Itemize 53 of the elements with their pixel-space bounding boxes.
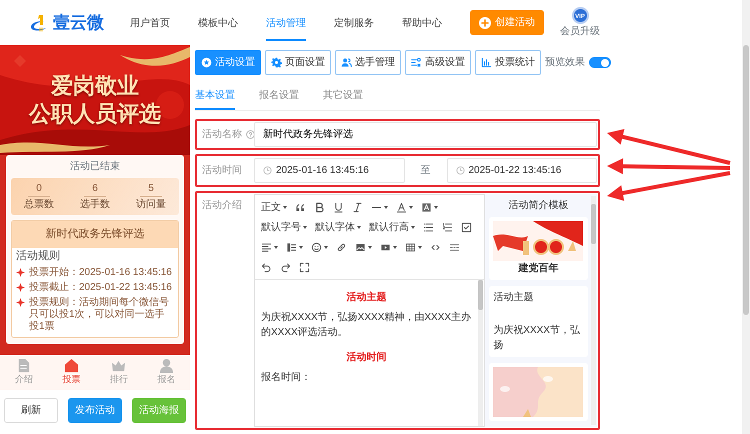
field-label: 活动时间 <box>201 164 243 178</box>
nav-link[interactable]: 用户首页 <box>130 4 170 41</box>
toolbar-button[interactable]: 高级设置 <box>405 50 471 75</box>
tab-bar-item[interactable]: 投票 <box>62 358 80 387</box>
content-heading: 活动主题 <box>346 290 388 305</box>
stat-label: 访问量 <box>136 198 166 212</box>
content-paragraph: 报名时间： <box>261 370 312 385</box>
status-text: 活动已结束 <box>69 160 121 174</box>
panel-title: 活动简介模板 <box>508 198 570 213</box>
sub-tab[interactable]: 报名设置 <box>259 83 299 110</box>
template-caption: 建党百年 <box>517 262 560 276</box>
template-text: 为庆祝XXXX节，弘扬 <box>493 324 581 353</box>
rich-text-editor[interactable]: 正文 默认字号 默认字体 默认行高 活动主题 为庆祝XXXX节，弘扬XXXX精神，由XXXX主办的XXXX评选活动。 活动时间 报名时间： <box>254 194 486 427</box>
stat-value: 5 <box>140 181 162 197</box>
banner-title: 公职人员评选 <box>28 100 162 128</box>
stat-label: 总票数 <box>24 198 54 212</box>
toolbar-button[interactable]: 投票统计 <box>475 50 541 75</box>
stat-label: 选手数 <box>80 198 110 212</box>
vip-label[interactable]: 会员升级 <box>560 24 600 38</box>
toggle-label: 预览效果 <box>545 56 585 70</box>
nav-link[interactable]: 模板中心 <box>198 4 238 41</box>
card-title: 新时代政务先锋评选 <box>12 221 178 248</box>
nav-link[interactable]: 定制服务 <box>334 4 374 41</box>
rules-title: 活动规则 <box>16 248 61 264</box>
nav-link[interactable]: 帮助中心 <box>402 4 442 41</box>
template-card[interactable]: 建党百年 <box>489 217 588 280</box>
template-heading: 活动主题 <box>493 290 534 305</box>
date-field[interactable]: 2025-01-16 13:45:16 <box>254 158 404 183</box>
date-field[interactable]: 2025-01-22 13:45:16 <box>446 158 597 183</box>
date-value: 2025-01-22 13:45:16 <box>468 164 562 178</box>
format-dropdown[interactable]: 默认行高 <box>365 217 419 237</box>
template-card[interactable]: 活动主题 为庆祝XXXX节，弘扬 <box>489 286 588 357</box>
logo-text: 壹云微 <box>53 12 104 34</box>
banner-title: 爱岗敬业 <box>50 72 140 100</box>
content-paragraph: 为庆祝XXXX节，弘扬XXXX精神，由XXXX主办的XXXX评选活动。 <box>261 310 472 340</box>
format-dropdown[interactable]: 正文 <box>257 197 291 217</box>
format-dropdown[interactable]: 默认字号 <box>257 217 311 237</box>
text-field[interactable]: 新时代政务先锋评选 <box>254 122 597 147</box>
stat-value: 6 <box>84 181 106 197</box>
toolbar-button[interactable]: 页面设置 <box>265 50 331 75</box>
date-value: 2025-01-16 13:45:16 <box>276 164 369 178</box>
field-label: 活动名称 <box>202 128 242 142</box>
rule-text: 投票截止：2025-01-22 13:45:16 <box>29 282 172 294</box>
field-label: 活动介绍 <box>201 199 243 213</box>
sub-tab[interactable]: 其它设置 <box>323 83 363 110</box>
range-separator: 至 <box>420 164 432 178</box>
format-dropdown[interactable]: 默认字体 <box>311 217 365 237</box>
rule-text: 投票开始：2025-01-16 13:45:16 <box>29 267 172 279</box>
content-heading: 活动时间 <box>346 350 388 365</box>
preview-button[interactable]: 刷新 <box>4 398 58 423</box>
stat-value: 0 <box>28 181 50 197</box>
toolbar-button[interactable]: 选手管理 <box>335 50 401 75</box>
rule-text: 投票规则：活动期间每个微信号只可以投1次，可以对同一选手投1票 <box>29 297 170 333</box>
